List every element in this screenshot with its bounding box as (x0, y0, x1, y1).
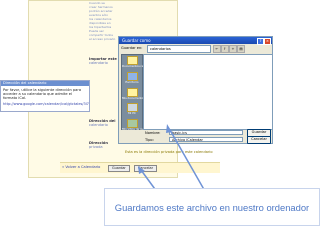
arrow-head (166, 124, 172, 133)
caption-box: Guardamos este archivo en nuestro ordena… (104, 188, 320, 226)
caption-text: Guardamos este archivo en nuestro ordena… (114, 202, 310, 213)
